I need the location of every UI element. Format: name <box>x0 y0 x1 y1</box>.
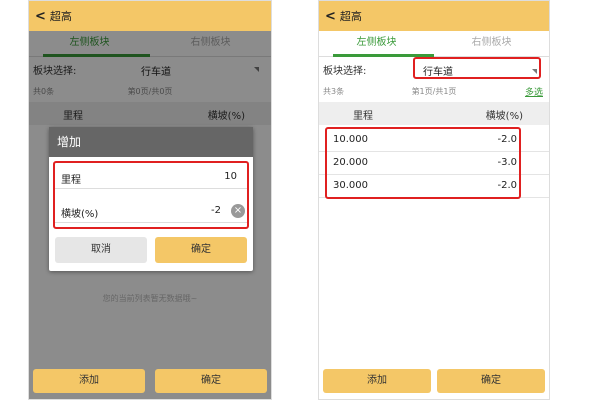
right-phone-screen: < 超高 左侧板块 右侧板块 板块选择: 行车道 共3条 第1页/共1页 多选 … <box>318 0 550 400</box>
bottom-actions: 添加 确定 <box>319 369 549 393</box>
block-select-label: 板块选择: <box>323 65 367 77</box>
dialog-buttons: 取消 确定 <box>55 237 247 263</box>
tab-left-block[interactable]: 左侧板块 <box>319 31 434 57</box>
ok-button[interactable]: 确定 <box>155 369 267 393</box>
confirm-button[interactable]: 确定 <box>155 237 247 263</box>
dialog-title: 增加 <box>49 127 253 157</box>
top-bar: < 超高 <box>319 1 549 31</box>
page-info: 共3条 第1页/共1页 多选 <box>319 81 549 103</box>
page-title: 超高 <box>339 10 362 23</box>
bottom-actions: 添加 确定 <box>29 369 271 393</box>
col-slope-header: 横坡(%) <box>485 110 523 122</box>
highlight-frame-select <box>413 57 541 79</box>
table-header: 里程 横坡(%) <box>319 103 549 125</box>
back-icon[interactable]: < <box>35 9 46 24</box>
tab-bar: 左侧板块 右侧板块 <box>319 31 549 57</box>
highlight-frame <box>53 161 249 229</box>
back-icon[interactable]: < <box>325 9 336 24</box>
ok-button[interactable]: 确定 <box>437 369 545 393</box>
page-title: 超高 <box>49 10 72 23</box>
table-body: 10.000 -2.0 20.000 -3.0 30.000 -2.0 <box>319 125 549 199</box>
add-button[interactable]: 添加 <box>323 369 431 393</box>
left-phone-screen: < 超高 左侧板块 右侧板块 板块选择: 行车道 共0条 第0页/共0页 里程 … <box>28 0 272 400</box>
highlight-frame-table <box>325 127 521 199</box>
block-select-row: 板块选择: 行车道 <box>319 57 549 81</box>
top-bar: < 超高 <box>29 1 271 31</box>
page-indicator: 第1页/共1页 <box>411 87 457 96</box>
add-dialog: 增加 里程 10 横坡(%) -2 × 取消 确定 <box>49 127 253 271</box>
col-mileage-header: 里程 <box>353 110 373 122</box>
cancel-button[interactable]: 取消 <box>55 237 147 263</box>
multi-select-link[interactable]: 多选 <box>525 85 543 98</box>
add-button[interactable]: 添加 <box>33 369 145 393</box>
tab-right-block[interactable]: 右侧板块 <box>434 31 549 56</box>
